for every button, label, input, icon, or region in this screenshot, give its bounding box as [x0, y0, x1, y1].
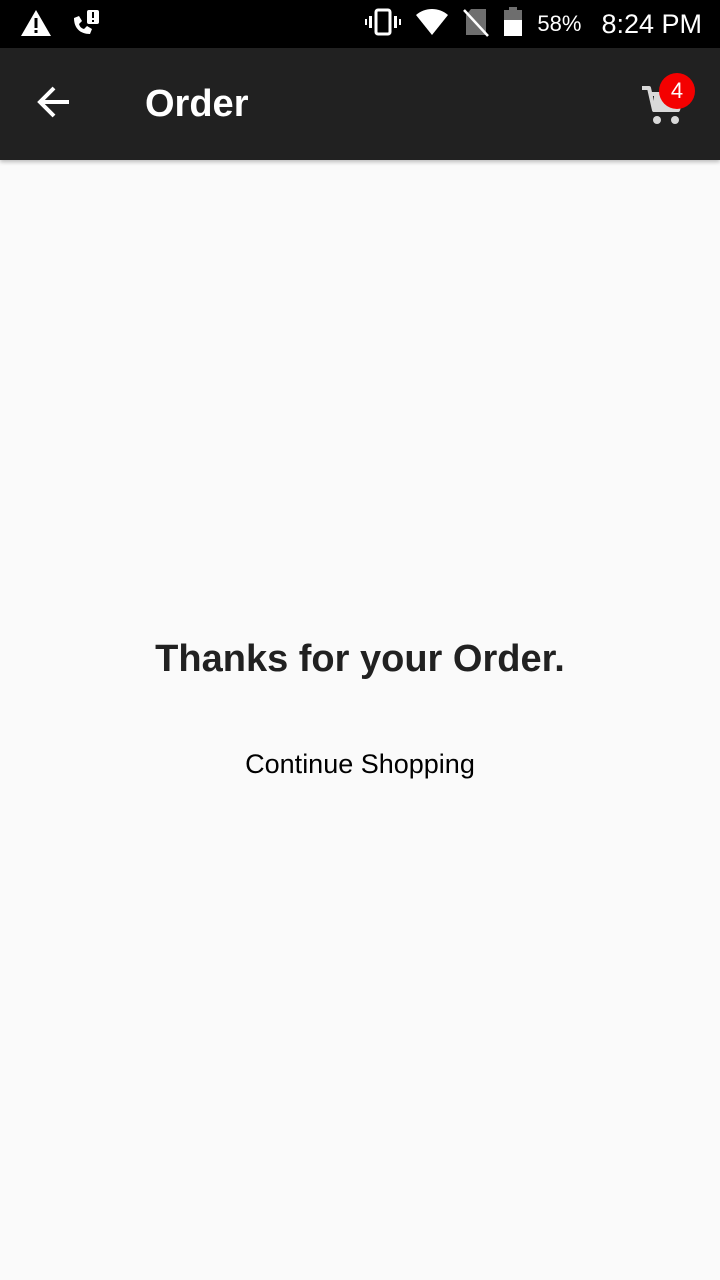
- phone-alert-icon: [70, 8, 100, 43]
- page-title: Order: [145, 83, 249, 125]
- app-bar: Order 4: [0, 48, 720, 160]
- battery-icon: [503, 6, 523, 42]
- back-button[interactable]: [26, 76, 82, 132]
- thanks-message: Thanks for your Order.: [155, 638, 565, 680]
- clock: 8:24 PM: [601, 8, 702, 39]
- no-sim-icon: [463, 7, 490, 42]
- status-bar: 58% 8:24 PM: [0, 0, 720, 48]
- order-confirmation: Thanks for your Order. Continue Shopping: [0, 160, 720, 1280]
- status-bar-left: [20, 8, 100, 43]
- cart-button[interactable]: 4: [632, 70, 702, 140]
- status-bar-right: 58% 8:24 PM: [365, 0, 702, 48]
- continue-shopping-button[interactable]: Continue Shopping: [220, 740, 500, 788]
- vibrate-icon: [365, 8, 402, 41]
- arrow-left-icon: [37, 85, 71, 124]
- battery-percent: 58%: [537, 11, 582, 36]
- cart-count-badge: 4: [659, 73, 695, 109]
- wifi-icon: [415, 8, 449, 41]
- warning-icon: [20, 8, 52, 43]
